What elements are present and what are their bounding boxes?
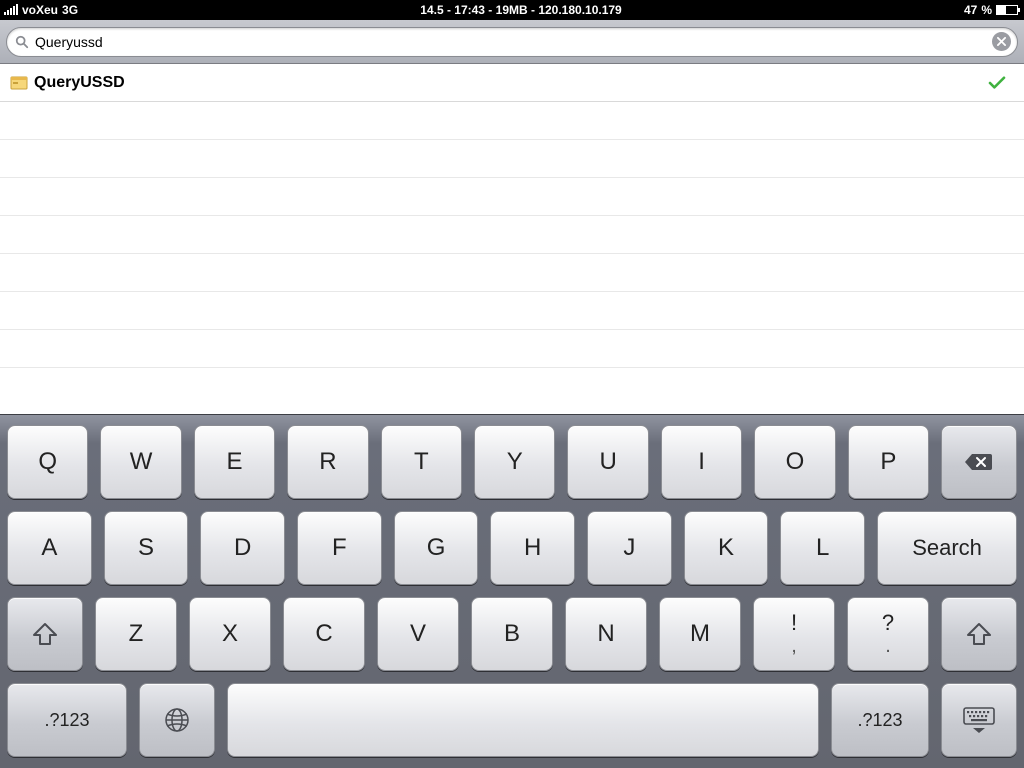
status-bar: voXeu 3G 14.5 - 17:43 - 19MB - 120.180.1… [0, 0, 1024, 20]
backspace-icon [964, 452, 994, 472]
key-p[interactable]: P [848, 425, 929, 499]
key-y[interactable]: Y [474, 425, 555, 499]
empty-row [0, 254, 1024, 292]
key-search[interactable]: Search [877, 511, 1017, 585]
key-backspace[interactable] [941, 425, 1017, 499]
hide-keyboard-icon [962, 706, 996, 734]
package-icon [10, 76, 28, 90]
punct-bot: , [791, 636, 797, 656]
empty-row [0, 292, 1024, 330]
key-space[interactable] [227, 683, 819, 757]
key-numeric-mode-right[interactable]: .?123 [831, 683, 929, 757]
key-j[interactable]: J [587, 511, 672, 585]
key-m[interactable]: M [659, 597, 741, 671]
empty-row [0, 102, 1024, 140]
battery-percent: 47 [964, 3, 977, 17]
results-list: QueryUSSD [0, 64, 1024, 414]
kb-row-1: Q W E R T Y U I O P [5, 425, 1019, 499]
key-i[interactable]: I [661, 425, 742, 499]
key-l[interactable]: L [780, 511, 865, 585]
kb-row-4: .?123 .?123 [5, 683, 1019, 757]
key-v[interactable]: V [377, 597, 459, 671]
key-comma[interactable]: ! , [753, 597, 835, 671]
key-d[interactable]: D [200, 511, 285, 585]
result-title: QueryUSSD [34, 74, 125, 92]
key-z[interactable]: Z [95, 597, 177, 671]
punct-bot: . [885, 636, 891, 656]
search-icon [15, 35, 29, 49]
empty-row [0, 140, 1024, 178]
signal-icon [4, 5, 18, 15]
key-shift-left[interactable] [7, 597, 83, 671]
key-numeric-mode-left[interactable]: .?123 [7, 683, 127, 757]
key-c[interactable]: C [283, 597, 365, 671]
punct-top: ? [882, 612, 894, 634]
status-right: 47% [964, 3, 1024, 17]
kb-row-2: A S D F G H J K L Search [5, 511, 1019, 585]
key-f[interactable]: F [297, 511, 382, 585]
key-k[interactable]: K [684, 511, 769, 585]
key-period[interactable]: ? . [847, 597, 929, 671]
key-h[interactable]: H [490, 511, 575, 585]
search-bar [0, 20, 1024, 64]
key-globe[interactable] [139, 683, 215, 757]
globe-icon [164, 707, 190, 733]
key-a[interactable]: A [7, 511, 92, 585]
status-center: 14.5 - 17:43 - 19MB - 120.180.10.179 [78, 3, 964, 17]
battery-unit: % [981, 3, 992, 17]
key-n[interactable]: N [565, 597, 647, 671]
result-row[interactable]: QueryUSSD [0, 64, 1024, 102]
empty-row [0, 330, 1024, 368]
network-label: 3G [62, 3, 78, 17]
key-w[interactable]: W [100, 425, 181, 499]
key-shift-right[interactable] [941, 597, 1017, 671]
kb-row-3: Z X C V B N M ! , ? . [5, 597, 1019, 671]
status-left: voXeu 3G [0, 3, 78, 17]
key-x[interactable]: X [189, 597, 271, 671]
key-e[interactable]: E [194, 425, 275, 499]
key-r[interactable]: R [287, 425, 368, 499]
shift-up-icon [32, 622, 58, 646]
punct-top: ! [791, 612, 797, 634]
clear-button[interactable] [992, 32, 1011, 51]
keyboard: Q W E R T Y U I O P A S D F G H J K L Se… [0, 414, 1024, 768]
key-b[interactable]: B [471, 597, 553, 671]
search-input[interactable] [29, 34, 992, 50]
battery-icon [996, 5, 1018, 15]
key-u[interactable]: U [567, 425, 648, 499]
key-o[interactable]: O [754, 425, 835, 499]
shift-up-icon [966, 622, 992, 646]
carrier-label: voXeu [22, 3, 58, 17]
key-hide-keyboard[interactable] [941, 683, 1017, 757]
close-icon [997, 37, 1006, 46]
empty-row [0, 178, 1024, 216]
key-s[interactable]: S [104, 511, 189, 585]
key-g[interactable]: G [394, 511, 479, 585]
empty-row [0, 216, 1024, 254]
key-q[interactable]: Q [7, 425, 88, 499]
search-box[interactable] [6, 27, 1018, 57]
check-icon [988, 76, 1006, 90]
key-t[interactable]: T [381, 425, 462, 499]
